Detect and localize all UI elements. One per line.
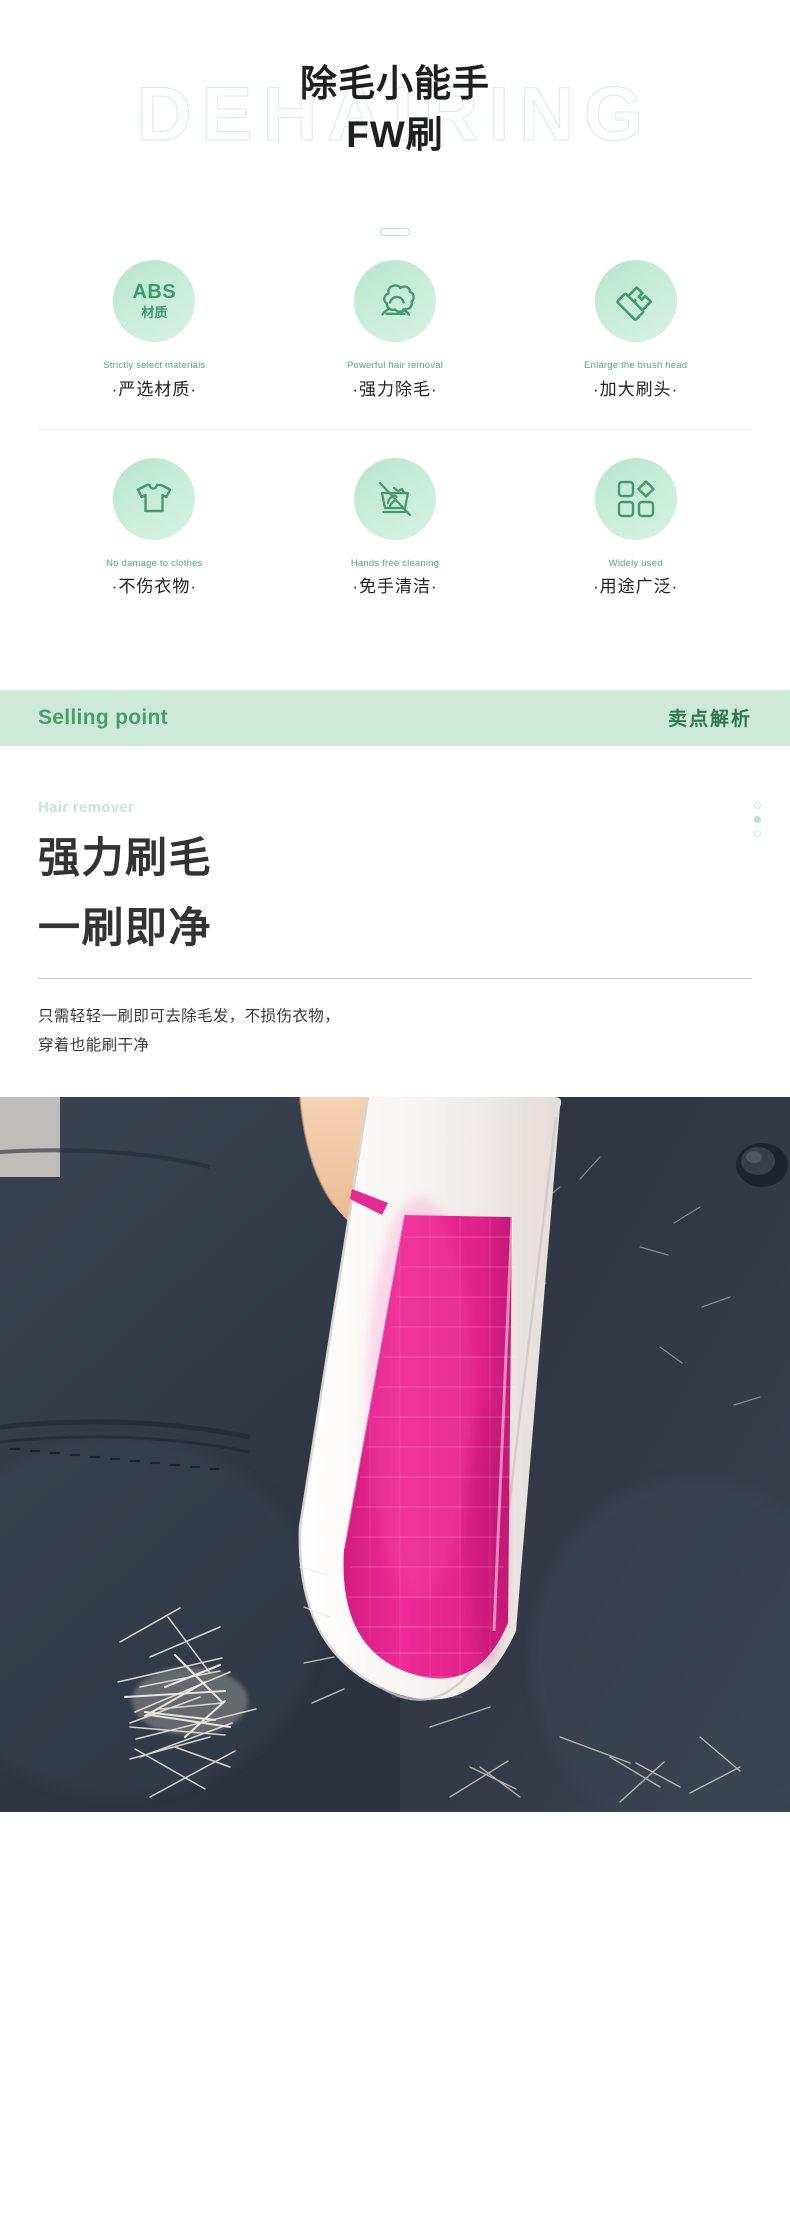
feature-caption-en: Hands free cleaning — [350, 557, 440, 569]
lint-ball-icon — [353, 260, 436, 342]
feature-item-abs-material: ABS 材质 Strictly select materials ·严选材质· — [54, 260, 254, 400]
slide-indicator-dots — [754, 801, 761, 837]
feature-caption-en: Powerful hair removal — [346, 360, 444, 371]
abs-icon-label-small: 材质 — [141, 304, 168, 320]
banner-title-cn: 卖点解析 — [667, 709, 752, 731]
feature-caption-cn: ·免手清洁· — [352, 577, 438, 597]
indicator-dot-3 — [754, 829, 761, 837]
feature-caption-cn: ·加大刷头· — [592, 379, 679, 399]
brush-head-icon — [594, 260, 677, 342]
tshirt-icon — [113, 457, 196, 540]
four-shapes-icon — [594, 457, 677, 540]
feature-item-hands-free-cleaning: Hands free cleaning ·免手清洁· — [295, 457, 495, 598]
feature-item-enlarge-brush-head: Enlarge the brush head ·加大刷头· — [536, 260, 736, 400]
feature-row-divider — [38, 428, 752, 430]
hero-section: DEHAIRING 除毛小能手 FW刷 — [0, 0, 790, 260]
selling-heading-line-2: 一刷即净 — [38, 903, 213, 951]
feature-caption-cn: ·用途广泛· — [592, 577, 679, 597]
feature-item-widely-used: Widely used ·用途广泛· — [536, 457, 736, 598]
feature-caption-cn: ·严选材质· — [111, 379, 197, 399]
feature-item-no-damage-clothes: No damage to clothes ·不伤衣物· — [54, 457, 254, 598]
feature-caption-en: No damage to clothes — [106, 557, 203, 569]
selling-copy-section: Hair remover 强力刷毛 一刷即净 只需轻轻一刷即可去除毛发，不损伤衣… — [0, 746, 790, 1061]
no-hand-wash-icon — [353, 457, 436, 540]
abs-material-icon: ABS 材质 — [113, 260, 196, 342]
feature-caption-en: Widely used — [608, 557, 663, 569]
selling-body-line-2: 穿着也能刷干净 — [38, 1036, 150, 1054]
feature-caption-en: Enlarge the brush head — [584, 360, 688, 371]
selling-point-banner: Selling point 卖点解析 — [0, 689, 790, 746]
product-photo — [0, 1096, 790, 1812]
page-title: 除毛小能手 FW刷 — [0, 58, 790, 160]
feature-caption-cn: ·不伤衣物· — [111, 577, 197, 597]
abs-icon-label-big: ABS — [132, 281, 177, 304]
page-footer-space — [0, 1811, 790, 1872]
product-photo-illustration — [0, 1096, 790, 1812]
indicator-dot-1 — [754, 801, 761, 809]
feature-caption-en: Strictly select materials — [103, 360, 206, 371]
feature-item-powerful-hair-removal: Powerful hair removal ·强力除毛· — [295, 260, 495, 400]
selling-eyebrow-text: Hair remover — [38, 798, 135, 816]
product-detail-page: DEHAIRING 除毛小能手 FW刷 ABS 材质 Strictly sele… — [0, 0, 790, 1872]
selling-point-banner-wrap: Selling point 卖点解析 — [0, 644, 790, 746]
feature-grid: ABS 材质 Strictly select materials ·严选材质· — [0, 260, 790, 644]
selling-divider — [38, 978, 752, 980]
selling-body-line-1: 只需轻轻一刷即可去除毛发，不损伤衣物， — [38, 1008, 341, 1026]
hero-title-line-1: 除毛小能手 — [300, 63, 490, 104]
banner-title-en: Selling point — [38, 705, 168, 729]
feature-caption-cn: ·强力除毛· — [352, 379, 438, 399]
selling-heading-line-1: 强力刷毛 — [38, 833, 213, 881]
hero-underline-pill — [380, 228, 410, 236]
hero-title-line-2: FW刷 — [346, 114, 444, 156]
indicator-dot-2-active — [754, 815, 761, 823]
feature-row-2: No damage to clothes ·不伤衣物· Hands free c… — [0, 457, 790, 598]
feature-row-1: ABS 材质 Strictly select materials ·严选材质· — [0, 260, 790, 400]
